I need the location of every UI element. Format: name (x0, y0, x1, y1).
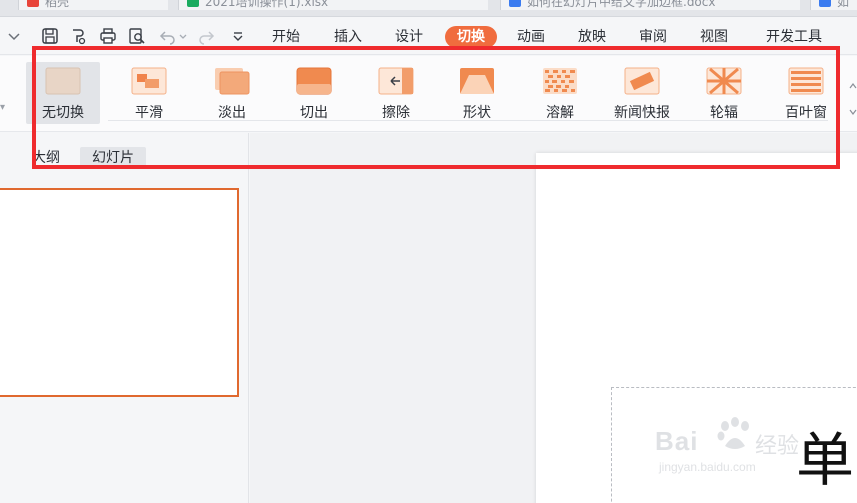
file-tab-docx[interactable]: 如何在幻灯片中给文字加边框.docx (500, 0, 800, 10)
file-tab-label: 如何在幻灯片中给文字加边框.docx (527, 0, 716, 9)
transition-fade[interactable]: 淡出 (195, 62, 269, 124)
slides-panel: 大纲 幻灯片 (0, 133, 249, 503)
transition-wipe[interactable]: 擦除 (359, 62, 433, 124)
menu-item-insert[interactable]: 插入 (334, 26, 362, 48)
transition-none[interactable]: 无切换 (26, 62, 100, 124)
transition-label: 轮辐 (710, 105, 738, 121)
transition-newsflash[interactable]: 新闻快报 (605, 62, 679, 124)
transition-smooth-icon (131, 67, 167, 95)
transition-label: 无切换 (42, 105, 84, 121)
print-preview-icon[interactable] (127, 26, 147, 46)
transition-shape-icon (460, 68, 494, 94)
file-tab-strip: 稻壳 2021培训操作(1).xlsx 如何在幻灯片中给文字加边框.docx 如 (0, 0, 857, 17)
watermark-brand: Bai (655, 426, 699, 456)
watermark-url: jingyan.baidu.com (659, 460, 756, 474)
menu-item-review[interactable]: 审阅 (639, 26, 667, 48)
chevron-down-icon[interactable] (4, 26, 24, 46)
slide-thumbnail[interactable] (0, 188, 239, 397)
transition-cut-icon (296, 67, 332, 95)
format-painter-icon[interactable] (68, 26, 88, 46)
ribbon-divider (108, 120, 828, 121)
transition-dissolve[interactable]: 溶解 (523, 62, 597, 124)
transition-shape[interactable]: 形状 (440, 62, 514, 124)
transition-label: 切出 (300, 105, 328, 121)
file-tab-other[interactable]: 如 (810, 0, 857, 10)
transition-wheel[interactable]: 轮辐 (687, 62, 761, 124)
ribbon-scroll-left-icon[interactable]: ▾ (0, 102, 5, 113)
file-tab-label: 2021培训操作(1).xlsx (205, 0, 329, 9)
ribbon-scroll-right[interactable] (847, 76, 857, 120)
file-tab-label: 稻壳 (45, 0, 70, 9)
transition-cut[interactable]: 切出 (277, 62, 351, 124)
transition-blinds-icon (788, 67, 824, 95)
transition-wheel-icon (706, 67, 742, 95)
transition-label: 擦除 (382, 105, 410, 121)
menu-item-developer[interactable]: 开发工具 (766, 26, 822, 48)
undo-icon[interactable] (158, 26, 178, 46)
menu-item-animation[interactable]: 动画 (517, 26, 545, 48)
document-icon (509, 0, 521, 7)
menu-item-slideshow[interactable]: 放映 (578, 26, 606, 48)
transition-label: 百叶窗 (785, 105, 827, 121)
transition-none-icon (45, 67, 81, 95)
transition-wipe-icon (378, 67, 414, 95)
transition-blinds[interactable]: 百叶窗 (769, 62, 843, 124)
transition-fade-icon (215, 68, 250, 95)
tab-outline[interactable]: 大纲 (32, 147, 60, 169)
transitions-ribbon: ▾ 无切换 平滑 淡出 切出 擦除 形状 溶解 新闻快报 轮辐 百叶窗 (0, 56, 857, 132)
menu-item-design[interactable]: 设计 (395, 26, 423, 48)
transition-newsflash-icon (624, 67, 660, 95)
undo-dropdown-icon[interactable] (178, 26, 188, 46)
app-window: 稻壳 2021培训操作(1).xlsx 如何在幻灯片中给文字加边框.docx 如 (0, 0, 857, 503)
tab-slides[interactable]: 幻灯片 (80, 147, 146, 169)
save-icon[interactable] (40, 26, 60, 46)
spreadsheet-icon (187, 0, 199, 7)
transition-label: 形状 (463, 105, 491, 121)
transition-label: 淡出 (218, 105, 246, 121)
redo-icon[interactable] (196, 26, 216, 46)
print-icon[interactable] (98, 26, 118, 46)
menu-bar: 开始 插入 设计 切换 动画 放映 审阅 视图 开发工具 (0, 17, 857, 55)
transition-dissolve-icon (543, 68, 577, 94)
watermark-suffix: 经验 (755, 434, 800, 459)
menu-item-start[interactable]: 开始 (272, 26, 300, 48)
transition-smooth[interactable]: 平滑 (112, 62, 186, 124)
document-icon (819, 0, 831, 7)
chevron-up-down-icon (849, 83, 857, 115)
daoke-icon (27, 0, 39, 7)
transition-label: 新闻快报 (614, 105, 670, 121)
slide-text: 单 (796, 426, 855, 494)
menu-item-transitions[interactable]: 切换 (445, 26, 497, 48)
file-tab-label: 如 (837, 0, 850, 9)
file-tab-xlsx[interactable]: 2021培训操作(1).xlsx (178, 0, 488, 10)
watermark: Bai 经验 jingyan.baidu.com (655, 404, 805, 474)
menu-item-view[interactable]: 视图 (700, 26, 728, 48)
more-dropdown-icon[interactable] (228, 26, 248, 46)
transition-label: 溶解 (546, 105, 574, 121)
file-tab-daoke[interactable]: 稻壳 (18, 0, 168, 10)
paw-logo-icon (717, 417, 749, 449)
transition-label: 平滑 (135, 105, 163, 121)
